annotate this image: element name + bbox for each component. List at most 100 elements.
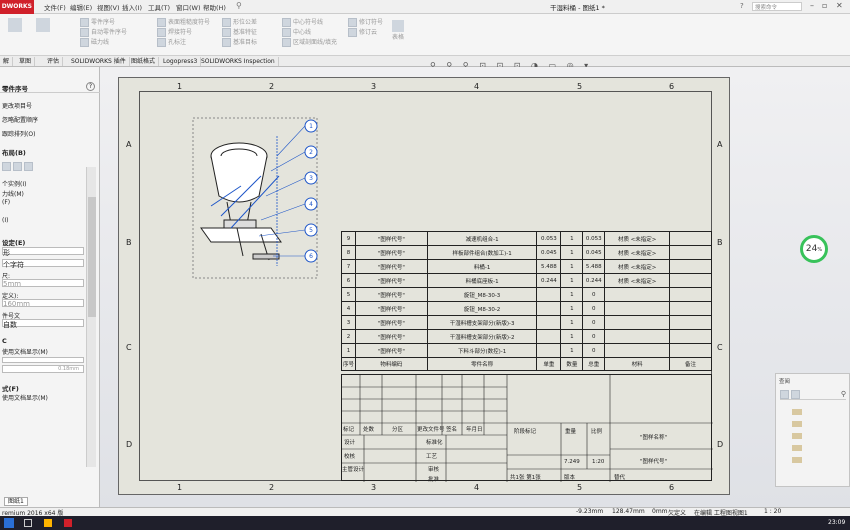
tab-evaluate[interactable]: 评估	[44, 57, 64, 66]
section-format[interactable]: 式(F)	[2, 383, 19, 393]
bom-cell: 0	[582, 301, 606, 316]
search-commands-input[interactable]: 搜索命令	[752, 2, 802, 11]
ribbon-table-button[interactable]: 表格	[392, 20, 404, 41]
ribbon-hole-callout-button[interactable]: 孔标注	[157, 38, 210, 48]
minimize-icon[interactable]: –	[810, 1, 814, 10]
ribbon-group-centerlines: 中心符号线 中心线 区域剖面线/填充	[282, 18, 337, 48]
tab-sketch[interactable]: 草图	[16, 57, 36, 66]
isometric-drawing-view[interactable]: 1 2 3 4 5 6	[191, 116, 321, 281]
search-icon[interactable]: ⚲	[841, 390, 846, 398]
option-instance[interactable]: 个实例(I)	[2, 179, 26, 188]
menu-view[interactable]: 视图(V)	[97, 2, 120, 12]
option-ignore-config-order[interactable]: 忽略配置顺序	[2, 115, 38, 124]
style-select[interactable]: 形	[2, 247, 84, 257]
tab-addins[interactable]: SOLIDWORKS 插件	[68, 57, 130, 66]
pin-icon[interactable]: ⚲	[236, 1, 242, 10]
bom-cell	[536, 301, 562, 316]
ribbon-center-mark-button[interactable]: 中心符号线	[282, 18, 337, 28]
option-use-doc-display[interactable]: 使用文档显示(M)	[2, 347, 48, 356]
ribbon-hatch-button[interactable]: 区域剖面线/填充	[282, 38, 337, 48]
ribbon-revision-symbol-button[interactable]: 修订符号	[348, 18, 383, 28]
bom-row[interactable]: 7 "图样代号" 料桶-1 5.488 1 5.488 材质 <未指定>	[341, 259, 712, 274]
bom-cell-empty	[669, 315, 712, 330]
solidworks-logo[interactable]: DWORKS	[0, 0, 34, 14]
section-settings[interactable]: 设定(E)	[2, 237, 25, 247]
tab-sheet-format[interactable]: 图纸格式	[128, 57, 160, 66]
tb-replace: 替代	[614, 475, 626, 481]
help-icon[interactable]: ?	[86, 82, 95, 91]
tab-logopress[interactable]: Logopress3	[160, 57, 202, 66]
bom-cell: 干湿料槽支架部分(新版)-3	[426, 315, 538, 330]
solidworks-taskbar-icon[interactable]	[64, 519, 72, 527]
help-icon[interactable]: ?	[740, 2, 744, 10]
line-style-select[interactable]	[2, 357, 84, 363]
ribbon-centerline-button[interactable]: 中心线	[282, 28, 337, 38]
ribbon-group-smart-dimension[interactable]	[4, 18, 26, 48]
custom-value-field[interactable]: 160mm	[2, 299, 84, 308]
ribbon-revision-cloud-button[interactable]: 修订云	[348, 28, 383, 38]
sheet-tab[interactable]: 图纸1	[4, 497, 28, 506]
menu-file[interactable]: 文件(F)	[44, 2, 66, 12]
bom-row[interactable]: 1 "图样代号" 下料斗部分(数控)-1 1 0	[341, 343, 712, 358]
column-label: 4	[474, 82, 480, 91]
scrollbar-thumb[interactable]	[87, 197, 96, 317]
ribbon-datum-target-button[interactable]: 基准目标	[222, 38, 257, 48]
menu-tools[interactable]: 工具(T)	[148, 2, 170, 12]
ribbon-surface-finish-button[interactable]: 表面粗糙度符号	[157, 18, 210, 28]
folder-list[interactable]	[792, 406, 802, 466]
bom-table[interactable]: 9 "图样代号" 减速机组合-1 0.053 1 0.053 材质 <未指定> 8 "图样代号"…	[341, 231, 712, 371]
column-label: 6	[669, 82, 675, 91]
status-scale[interactable]: 1 : 20	[764, 508, 781, 515]
column-label: 3	[371, 82, 377, 91]
title-block[interactable]: 标记 处数 分区 更改文件号 签名 年月日 设计 标准化 校核 工艺 主管设计 …	[341, 374, 713, 483]
folder-icon[interactable]	[780, 390, 789, 399]
bom-row[interactable]: 8 "图样代号" 样板部件组合(数加工)-1 0.045 1 0.045 材质 <未指定>	[341, 245, 712, 260]
bom-row[interactable]: 5 "图样代号" 旋钮_M8-30-3 1 0	[341, 287, 712, 302]
ribbon-magnetic-line-button[interactable]: 磁力线	[80, 38, 127, 48]
bom-row[interactable]: 4 "图样代号" 旋钮_M8-30-2 1 0	[341, 301, 712, 316]
ruler-value-field[interactable]: 5mm	[2, 279, 84, 288]
bom-cell: "图样代号"	[354, 273, 428, 288]
ribbon-note-button[interactable]: 零件序号	[80, 18, 127, 28]
bom-row[interactable]: 9 "图样代号" 减速机组合-1 0.053 1 0.053 材质 <未指定>	[341, 231, 712, 246]
restore-icon[interactable]: ▫	[822, 1, 827, 10]
option-track-arrangement[interactable]: 跟踪排列(O)	[2, 129, 35, 138]
ribbon-weld-symbol-button[interactable]: 焊接符号	[157, 28, 210, 38]
section-c[interactable]: C	[2, 337, 7, 345]
menu-window[interactable]: 窗口(W)	[176, 2, 201, 12]
bom-row[interactable]: 3 "图样代号" 干湿料槽支架部分(新版)-3 1 0	[341, 315, 712, 330]
tab-annotation[interactable]: 解	[0, 57, 14, 66]
panel-scrollbar[interactable]	[86, 167, 96, 467]
tab-inspection[interactable]: SOLIDWORKS Inspection	[198, 57, 279, 66]
ribbon-gtol-button[interactable]: 形位公差	[222, 18, 257, 28]
ribbon-auto-balloon-button[interactable]: 自动零件序号	[80, 28, 127, 38]
start-icon[interactable]	[4, 518, 14, 528]
line-weight-select[interactable]: 0.18mm	[2, 365, 84, 373]
menu-edit[interactable]: 编辑(E)	[70, 2, 92, 12]
layout-pattern-buttons[interactable]	[2, 162, 42, 172]
bom-cell: 5	[341, 287, 356, 302]
section-layout[interactable]: 布局(B)	[2, 147, 26, 157]
folder-icon[interactable]	[791, 390, 800, 399]
balloon-text-select[interactable]: 自数	[2, 319, 84, 329]
ribbon-group-model-items[interactable]	[32, 18, 54, 48]
row-label: A	[717, 140, 723, 149]
bom-row[interactable]: 6 "图样代号" 料桶底座板-1 0.244 1 0.244 材质 <未指定>	[341, 273, 712, 288]
menu-help[interactable]: 帮助(H)	[203, 2, 226, 12]
command-manager-tabs: 解 草图 评估 SOLIDWORKS 插件 图纸格式 Logopress3 SO…	[0, 56, 850, 67]
option-f[interactable]: (F)	[2, 199, 10, 206]
task-pane-floating[interactable]: 查阅 ⚲	[775, 373, 850, 487]
size-select[interactable]: 个字符	[2, 259, 84, 269]
option-magnetic-line[interactable]: 力线(M)	[2, 189, 24, 198]
option-i[interactable]: (I)	[2, 217, 8, 224]
option-use-doc-display-2[interactable]: 使用文档显示(M)	[2, 393, 48, 402]
bom-row[interactable]: 2 "图样代号" 干湿料槽支架部分(新版)-2 1 0	[341, 329, 712, 344]
option-change-item-number[interactable]: 更改项目号	[2, 101, 32, 110]
cpu-meter-widget[interactable]: 24%	[800, 235, 828, 263]
drawing-sheet[interactable]: 1 2 3 4 5 6 1 2 3 4 5 6 A B C D A B C D	[118, 77, 730, 495]
menu-insert[interactable]: 插入(I)	[122, 2, 142, 12]
explorer-icon[interactable]	[44, 519, 52, 527]
close-icon[interactable]: ✕	[836, 1, 843, 10]
task-view-icon[interactable]	[24, 519, 32, 527]
ribbon-datum-feature-button[interactable]: 基准特征	[222, 28, 257, 38]
